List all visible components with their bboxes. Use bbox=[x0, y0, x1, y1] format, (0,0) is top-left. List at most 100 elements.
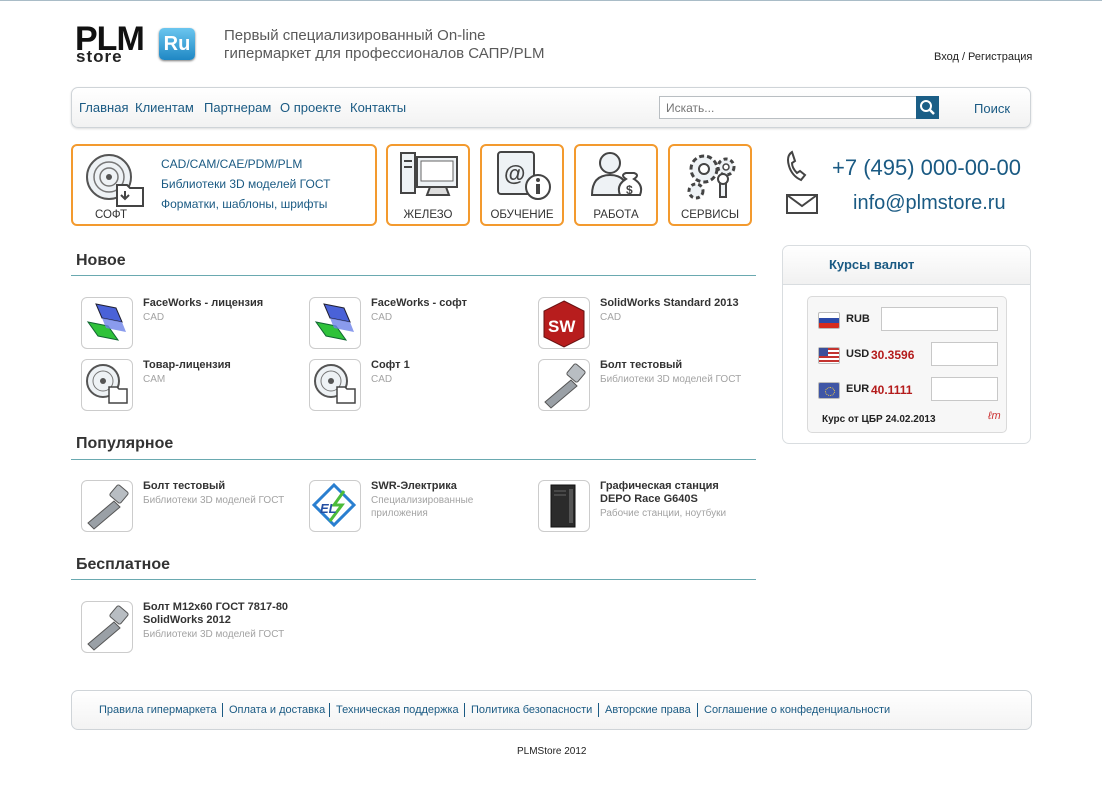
bolt-icon bbox=[81, 601, 133, 653]
category-work-label: РАБОТА bbox=[593, 209, 639, 221]
footer-link-rules[interactable]: Правила гипермаркета bbox=[99, 704, 217, 716]
product-name[interactable]: FaceWorks - софт bbox=[371, 297, 521, 310]
gears-icon bbox=[687, 154, 736, 200]
category-work[interactable]: $ РАБОТА bbox=[574, 144, 658, 226]
currency-code-eur: EUR bbox=[846, 383, 870, 395]
disc-folder-icon bbox=[86, 154, 144, 207]
product-name[interactable]: Болт М12х60 ГОСТ 7817-80 SolidWorks 2012 bbox=[143, 601, 293, 627]
eur-rate: 40.1111 bbox=[871, 383, 913, 397]
currency-box: RUB USD 30.3596 EUR 40.1111 Курс от ЦБР … bbox=[807, 296, 1007, 433]
category-training[interactable]: @ ОБУЧЕНИЕ bbox=[480, 144, 564, 226]
login-register-link[interactable]: Вход / Регистрация bbox=[934, 51, 1032, 63]
copyright-text: PLMStore 2012 bbox=[517, 746, 587, 757]
category-training-label: ОБУЧЕНИЕ bbox=[490, 209, 554, 221]
disc-folder-icon bbox=[81, 359, 133, 411]
logo-store-text[interactable]: store bbox=[76, 47, 123, 67]
footer-link-copyright[interactable]: Авторские права bbox=[605, 704, 691, 716]
top-border bbox=[0, 0, 1102, 1]
footer-separator bbox=[697, 703, 698, 717]
eur-input[interactable] bbox=[931, 377, 998, 401]
phone-number: +7 (495) 000-00-00 bbox=[832, 155, 1021, 180]
faceworks-icon bbox=[309, 297, 361, 349]
nav-partners[interactable]: Партнерам bbox=[204, 100, 271, 115]
soft-link-cad[interactable]: CAD/CAM/CAE/PDM/PLM bbox=[161, 154, 330, 174]
tagline-line-2: гипермаркет для профессионалов САПР/PLM bbox=[224, 45, 545, 62]
workstation-icon bbox=[538, 480, 590, 532]
swr-icon: EL bbox=[309, 480, 361, 532]
currency-source-note: Курс от ЦБР 24.02.2013 bbox=[822, 414, 936, 425]
svg-text:@: @ bbox=[504, 161, 525, 186]
search-box bbox=[659, 96, 917, 119]
product-name[interactable]: Товар-лицензия bbox=[143, 359, 293, 372]
category-services-label: СЕРВИСЫ bbox=[680, 209, 740, 221]
currency-panel: Курсы валют RUB USD 30.3596 EUR 40.1111 … bbox=[782, 245, 1031, 444]
product-category: CAD bbox=[143, 312, 165, 323]
footer-link-privacy[interactable]: Соглашение о конфеденциальности bbox=[704, 704, 890, 716]
bolt-icon bbox=[538, 359, 590, 411]
currency-row-usd: USD 30.3596 bbox=[816, 342, 1001, 368]
soft-link-gost[interactable]: Библиотеки 3D моделей ГОСТ bbox=[161, 174, 330, 194]
product-name[interactable]: SWR-Электрика bbox=[371, 480, 521, 493]
phone-icon bbox=[787, 150, 807, 182]
usd-input[interactable] bbox=[931, 342, 998, 366]
category-hardware-label: ЖЕЛЕЗО bbox=[403, 209, 453, 221]
footer-link-support[interactable]: Техническая поддержка bbox=[336, 704, 459, 716]
product-name[interactable]: Болт тестовый bbox=[600, 359, 750, 372]
search-button[interactable] bbox=[916, 96, 939, 119]
svg-text:EL: EL bbox=[320, 501, 337, 516]
email-link[interactable]: info@plmstore.ru bbox=[853, 192, 1006, 215]
product-name[interactable]: FaceWorks - лицензия bbox=[143, 297, 293, 310]
footer-separator bbox=[598, 703, 599, 717]
soft-links: CAD/CAM/CAE/PDM/PLM Библиотеки 3D моделе… bbox=[161, 154, 330, 214]
search-input[interactable] bbox=[660, 97, 912, 118]
category-hardware[interactable]: ЖЕЛЕЗО bbox=[386, 144, 470, 226]
footer-link-payment[interactable]: Оплата и доставка bbox=[229, 704, 325, 716]
category-soft-label: СОФТ bbox=[94, 209, 128, 221]
footer-separator bbox=[222, 703, 223, 717]
nav-home[interactable]: Главная bbox=[79, 100, 128, 115]
russia-flag-icon bbox=[818, 312, 840, 329]
svg-text:SW: SW bbox=[548, 317, 576, 336]
currency-code-rub: RUB bbox=[846, 313, 870, 325]
currency-row-eur: EUR 40.1111 bbox=[816, 377, 1001, 403]
section-new-title: Новое bbox=[76, 252, 126, 269]
product-name[interactable]: Графическая станция DEPO Race G640S bbox=[600, 480, 750, 506]
svg-text:$: $ bbox=[626, 183, 633, 197]
product-category: Специализированные приложения bbox=[371, 495, 474, 519]
product-category: CAD bbox=[600, 312, 622, 323]
product-name[interactable]: Софт 1 bbox=[371, 359, 521, 372]
product-name[interactable]: SolidWorks Standard 2013 bbox=[600, 297, 750, 310]
currency-header: Курсы валют bbox=[783, 246, 1030, 285]
footer-separator bbox=[329, 703, 330, 717]
footer-link-security[interactable]: Политика безопасности bbox=[471, 704, 592, 716]
nav-about[interactable]: О проекте bbox=[280, 100, 341, 115]
category-services[interactable]: СЕРВИСЫ bbox=[668, 144, 752, 226]
currency-mark: ℓm bbox=[988, 410, 1001, 422]
disc-folder-icon bbox=[309, 359, 361, 411]
faceworks-icon bbox=[81, 297, 133, 349]
product-category: CAD bbox=[371, 312, 393, 323]
soft-link-templates[interactable]: Форматки, шаблоны, шрифты bbox=[161, 194, 330, 214]
nav-contacts[interactable]: Контакты bbox=[350, 100, 406, 115]
section-popular-title: Популярное bbox=[76, 435, 174, 452]
logo-ru-badge[interactable]: Ru bbox=[159, 28, 195, 60]
person-money-icon: $ bbox=[590, 152, 643, 197]
product-category: Библиотеки 3D моделей ГОСТ bbox=[600, 374, 742, 385]
tagline-line-1: Первый специализированный On-line bbox=[224, 27, 486, 44]
eu-flag-icon bbox=[818, 382, 840, 399]
footer-bar: Правила гипермаркета Оплата и доставка Т… bbox=[71, 690, 1032, 730]
bolt-icon bbox=[81, 480, 133, 532]
section-free-title: Бесплатное bbox=[76, 556, 170, 573]
search-label-link[interactable]: Поиск bbox=[974, 101, 1010, 116]
site-tagline: Первый специализированный On-line гиперм… bbox=[224, 27, 544, 63]
nav-clients[interactable]: Клиентам bbox=[135, 100, 194, 115]
rub-input[interactable] bbox=[881, 307, 998, 331]
usd-rate: 30.3596 bbox=[871, 348, 915, 362]
product-category: Библиотеки 3D моделей ГОСТ bbox=[143, 495, 285, 506]
section-free-divider bbox=[71, 579, 756, 580]
product-name[interactable]: Болт тестовый bbox=[143, 480, 293, 493]
computer-icon bbox=[400, 152, 458, 196]
currency-row-rub: RUB bbox=[816, 307, 1001, 333]
category-soft[interactable]: СОФТ CAD/CAM/CAE/PDM/PLM Библиотеки 3D м… bbox=[71, 144, 377, 226]
footer-separator bbox=[464, 703, 465, 717]
